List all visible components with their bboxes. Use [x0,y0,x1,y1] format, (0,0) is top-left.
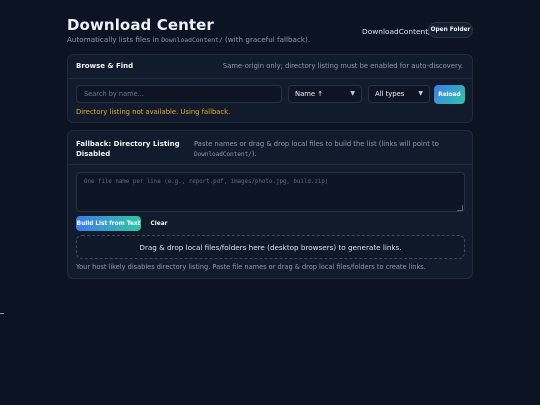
search-input[interactable] [76,85,282,103]
browse-panel-divider [68,78,472,79]
drop-zone-text: Drag & drop local files/folders here (de… [139,242,402,252]
drop-zone[interactable]: Drag & drop local files/folders here (de… [76,235,465,259]
sort-select[interactable]: Name ↑ ▼ [288,85,362,103]
chevron-down-icon: ▼ [350,90,355,97]
sort-select-value: Name ↑ [295,90,323,98]
textarea-resize-handle[interactable] [457,205,463,211]
fallback-note-prefix: Paste names or drag & drop local files t… [194,140,439,148]
type-filter-value: All types [375,90,405,98]
open-folder-button[interactable]: Open Folder [428,22,473,38]
type-filter-select[interactable]: All types ▼ [368,85,430,103]
browse-panel-note: Same-origin only; directory listing must… [222,62,463,70]
subtitle-suffix: (with graceful fallback). [222,35,311,44]
fallback-panel-title: Fallback: Directory Listing Disabled [76,140,180,158]
subtitle-prefix: Automatically lists files in [67,35,162,44]
fallback-panel-divider [68,164,472,165]
subtitle-folder-code: DownloadContent/ [161,36,223,44]
build-list-button[interactable]: Build List from Text [76,216,141,231]
browse-panel: Browse & Find Same-origin only; director… [67,54,473,123]
fallback-note-code: DownloadContent/ [194,151,252,158]
edge-divider [0,313,4,314]
fallback-panel-note: Paste names or drag & drop local files t… [194,139,464,160]
chevron-down-icon: ▼ [418,90,423,97]
help-text: Your host likely disables directory list… [76,263,426,271]
browse-panel-title: Browse & Find [76,62,134,70]
page-subtitle: Automatically lists files in DownloadCon… [67,35,310,44]
clear-button[interactable]: Clear [147,216,171,231]
folder-path-label: DownloadContent/ [362,27,431,36]
file-names-textarea[interactable] [76,172,465,212]
fallback-panel: Fallback: Directory Listing Disabled Pas… [67,130,473,279]
page-title: Download Center [67,16,214,34]
fallback-note-suffix: ). [251,150,257,158]
reload-button[interactable]: Reload [434,85,465,104]
status-message: Directory listing not available. Using f… [76,108,231,116]
